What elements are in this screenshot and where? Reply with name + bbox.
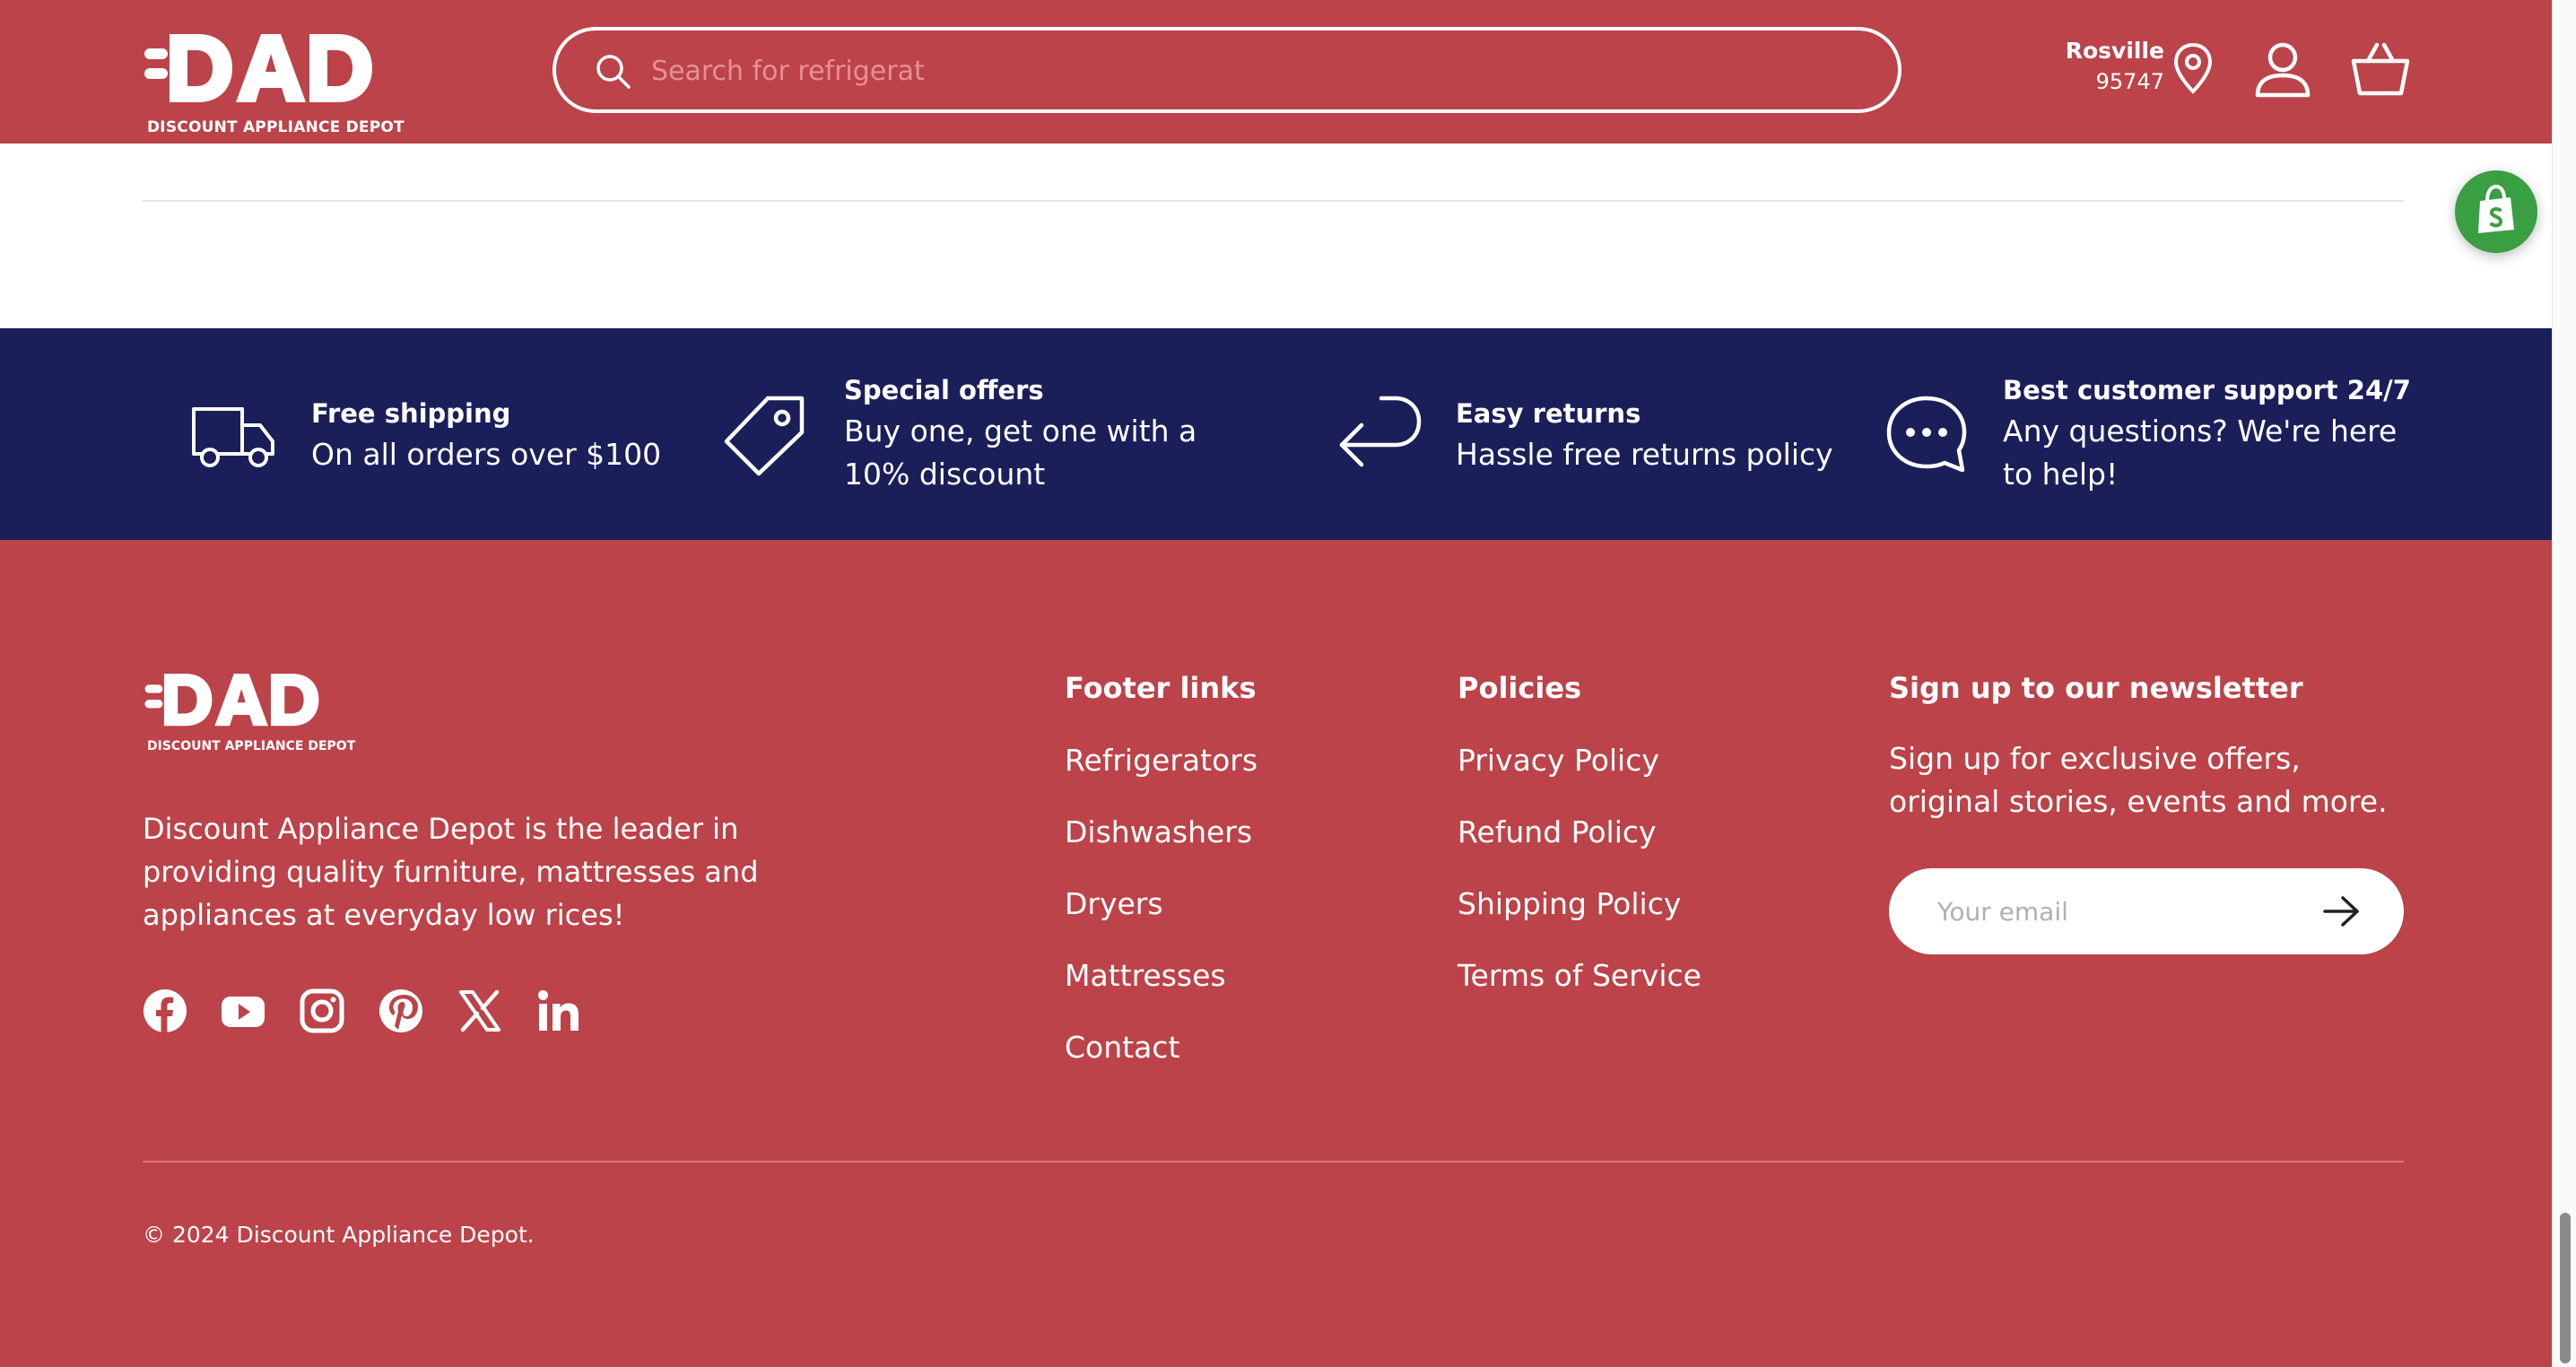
site-header: DISCOUNT APPLIANCE DEPOT Rosville 95747 xyxy=(0,0,2552,144)
scrollbar-thumb[interactable] xyxy=(2560,1213,2571,1363)
tag-icon xyxy=(724,396,805,476)
newsletter-form xyxy=(1889,868,2404,954)
location-city: Rosville xyxy=(2065,38,2164,64)
feature-text: Any questions? We're here to help! xyxy=(2003,414,2398,492)
return-arrow-icon xyxy=(1339,396,1422,467)
feature-title: Best customer support 24/7 xyxy=(2003,375,2411,405)
pinterest-icon[interactable] xyxy=(379,988,423,1033)
feature-text: On all orders over $100 xyxy=(311,437,662,472)
store-location[interactable]: Rosville 95747 xyxy=(2066,38,2164,94)
search-input[interactable] xyxy=(651,47,1817,95)
newsletter-title: Sign up to our newsletter xyxy=(1889,671,2303,705)
email-input[interactable] xyxy=(1937,890,2314,933)
newsletter-text: Sign up for exclusive offers, original s… xyxy=(1889,741,2388,819)
x-icon[interactable] xyxy=(457,988,502,1033)
footer-link-dryers[interactable]: Dryers xyxy=(1065,886,1163,921)
truck-icon xyxy=(192,407,274,467)
feature-title: Free shipping xyxy=(311,398,511,429)
policy-link-shipping[interactable]: Shipping Policy xyxy=(1458,886,1681,921)
footer-link-contact[interactable]: Contact xyxy=(1065,1030,1179,1065)
policy-link-refund[interactable]: Refund Policy xyxy=(1458,814,1657,849)
feature-text: Hassle free returns policy xyxy=(1456,437,1833,472)
linkedin-icon[interactable] xyxy=(536,988,581,1033)
page: DISCOUNT APPLIANCE DEPOT Rosville 95747 xyxy=(0,0,2552,1367)
about-text: Discount Appliance Depot is the leader i… xyxy=(143,812,759,932)
youtube-icon[interactable] xyxy=(221,988,265,1033)
map-pin-icon[interactable] xyxy=(2171,41,2215,97)
copyright-text: © 2024 Discount Appliance Depot. xyxy=(143,1222,535,1248)
features-band: Free shipping On all orders over $100 Sp… xyxy=(0,328,2552,540)
footer-links-title: Footer links xyxy=(1065,671,1257,705)
footer-link-refrigerators[interactable]: Refrigerators xyxy=(1065,743,1258,778)
content-area xyxy=(0,144,2552,328)
footer-link-dishwashers[interactable]: Dishwashers xyxy=(1065,814,1252,849)
feature-customer-support: Best customer support 24/7 Any questions… xyxy=(1866,328,2552,540)
policies-title: Policies xyxy=(1458,671,1582,705)
feature-title: Special offers xyxy=(844,375,1044,405)
logo-subtitle: DISCOUNT APPLIANCE DEPOT xyxy=(147,118,405,136)
feature-title: Easy returns xyxy=(1456,398,1641,429)
shopify-bag-icon xyxy=(2478,184,2514,233)
feature-special-offers: Special offers Buy one, get one with a 1… xyxy=(682,328,1310,540)
header-logo[interactable]: DISCOUNT APPLIANCE DEPOT xyxy=(143,29,405,140)
dad-logo-icon xyxy=(144,674,319,727)
logo-subtitle: DISCOUNT APPLIANCE DEPOT xyxy=(147,739,356,753)
feature-text: Buy one, get one with a 10% discount xyxy=(844,414,1197,492)
arrow-right-icon[interactable] xyxy=(2319,893,2364,929)
facebook-icon[interactable] xyxy=(143,988,187,1033)
chat-bubble-icon xyxy=(1886,396,1967,473)
feature-easy-returns: Easy returns Hassle free returns policy xyxy=(1310,328,1866,540)
policy-link-privacy[interactable]: Privacy Policy xyxy=(1458,743,1659,778)
feature-free-shipping: Free shipping On all orders over $100 xyxy=(0,328,682,540)
policy-link-terms[interactable]: Terms of Service xyxy=(1458,958,1701,993)
footer-logo[interactable]: DISCOUNT APPLIANCE DEPOT xyxy=(144,667,355,753)
account-icon[interactable] xyxy=(2253,39,2312,99)
cart-icon[interactable] xyxy=(2350,41,2411,97)
search-icon[interactable] xyxy=(594,52,631,90)
footer-link-mattresses[interactable]: Mattresses xyxy=(1065,958,1226,993)
scrollbar[interactable] xyxy=(2552,0,2576,1367)
instagram-icon[interactable] xyxy=(300,988,344,1033)
location-zip: 95747 xyxy=(2095,69,2164,94)
footer-divider xyxy=(143,1161,2404,1162)
search-bar[interactable] xyxy=(553,27,1902,113)
shopify-chat-button[interactable] xyxy=(2455,170,2537,253)
dad-logo-icon xyxy=(144,34,372,102)
divider xyxy=(143,200,2404,202)
